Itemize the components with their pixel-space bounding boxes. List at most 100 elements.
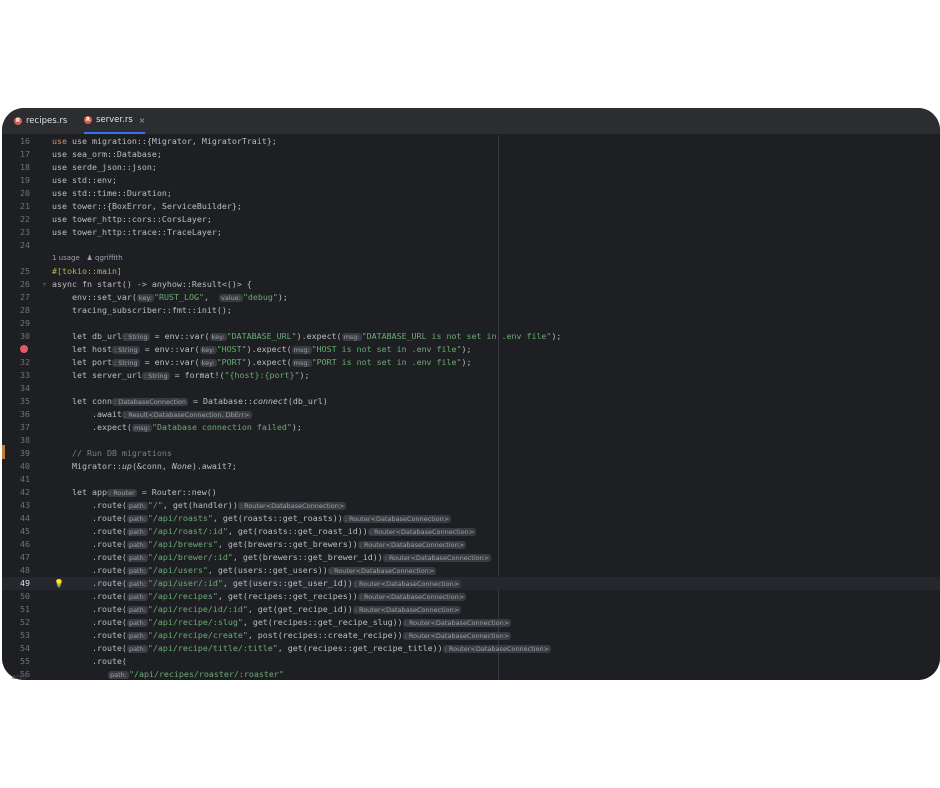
line-number: 33 — [20, 370, 30, 380]
code-line[interactable]: 33 let server_url: String = format!("{ho… — [2, 369, 940, 382]
code-line[interactable]: 51 .route(path: "/api/recipe/id/:id", get… — [2, 603, 940, 616]
code-line[interactable]: 37 .expect(msg: "Database connection fail… — [2, 421, 940, 434]
code-text: tracing_subscriber::fmt::init(); — [52, 305, 232, 315]
line-number: 26 — [20, 279, 30, 289]
line-number: 16 — [20, 136, 30, 146]
usage-hint[interactable]: 1 usage — [52, 254, 80, 262]
code-text: let db_url: String = env::var(key: "DATAB… — [52, 331, 562, 341]
code-line[interactable]: 47 .route(path: "/api/brewer/:id", get(br… — [2, 551, 940, 564]
code-line[interactable]: 26 ▿ async fn start() -> anyhow::Result<()… — [2, 278, 940, 291]
code-line[interactable]: 55 .route( — [2, 655, 940, 668]
user-icon: ♟ — [86, 254, 93, 262]
code-line[interactable]: 35 let conn: DatabaseConnection = Databa… — [2, 395, 940, 408]
code-text: use tower_http::trace::TraceLayer; — [52, 227, 222, 237]
code-line[interactable]: 41 — [2, 473, 940, 486]
fold-icon[interactable]: ▿ — [42, 278, 47, 291]
breakpoint-icon[interactable] — [20, 345, 28, 353]
line-number: 34 — [20, 383, 30, 393]
code-line[interactable]: 18 use serde_json::json; — [2, 161, 940, 174]
code-text: use tower::{BoxError, ServiceBuilder}; — [52, 201, 242, 211]
line-number: 44 — [20, 513, 30, 523]
code-text: let server_url: String = format!("{host}… — [52, 370, 310, 380]
line-number: 53 — [20, 630, 30, 640]
code-text: use std::time::Duration; — [52, 188, 172, 198]
code-line-current[interactable]: 49 💡 .route(path: "/api/user/:id", get(use… — [2, 577, 940, 590]
rust-file-icon: R — [14, 117, 22, 125]
tab-recipes-rs[interactable]: R recipes.rs — [14, 108, 67, 134]
code-line[interactable]: 25 #[tokio::main] — [2, 265, 940, 278]
rust-file-icon: R — [84, 116, 92, 124]
code-line[interactable]: 38 — [2, 434, 940, 447]
line-number: 29 — [20, 318, 30, 328]
author-hint: qgriffith — [95, 254, 123, 262]
line-number: 23 — [20, 227, 30, 237]
code-line[interactable]: 36 .await: Result<DatabaseConnection, Db… — [2, 408, 940, 421]
code-line[interactable]: let host: String = env::var(key: "HOST").… — [2, 343, 940, 356]
line-number: 22 — [20, 214, 30, 224]
code-line[interactable]: 17 use sea_orm::Database; — [2, 148, 940, 161]
line-number: 20 — [20, 188, 30, 198]
code-line[interactable]: 45 .route(path: "/api/roast/:id", get(roa… — [2, 525, 940, 538]
line-number: 19 — [20, 175, 30, 185]
line-number: 17 — [20, 149, 30, 159]
code-comment: // Run DB migrations — [52, 448, 172, 458]
code-line[interactable]: 56 path: "/api/recipes/roaster/:roaster" — [2, 668, 940, 680]
code-line[interactable]: 44 .route(path: "/api/roasts", get(roasts… — [2, 512, 940, 525]
code-line[interactable]: 53 .route(path: "/api/recipe/create", pos… — [2, 629, 940, 642]
line-number: 42 — [20, 487, 30, 497]
code-line[interactable]: 22 use tower_http::cors::CorsLayer; — [2, 213, 940, 226]
usage-inlay[interactable]: 1 usage ♟ qgriffith — [52, 252, 123, 265]
code-line[interactable]: 28 tracing_subscriber::fmt::init(); — [2, 304, 940, 317]
code-line[interactable]: 52 .route(path: "/api/recipe/:slug", get(… — [2, 616, 940, 629]
code-line[interactable]: 30 let db_url: String = env::var(key: "DA… — [2, 330, 940, 343]
tab-label: server.rs — [96, 115, 133, 125]
line-number: 51 — [20, 604, 30, 614]
line-number: 27 — [20, 292, 30, 302]
code-text: #[tokio::main] — [52, 266, 122, 276]
code-line[interactable]: 43 .route(path: "/", get(handler)): Route… — [2, 499, 940, 512]
line-number: 32 — [20, 357, 30, 367]
line-number: 52 — [20, 617, 30, 627]
code-line[interactable]: 29 — [2, 317, 940, 330]
code-editor[interactable]: 16 use use migration::{Migrator, Migrator… — [2, 135, 940, 680]
code-line[interactable]: 34 — [2, 382, 940, 395]
code-text: .route( — [52, 656, 127, 666]
line-number: 43 — [20, 500, 30, 510]
code-line[interactable]: 27 env::set_var(key: "RUST_LOG", value: "d… — [2, 291, 940, 304]
code-text: use tower_http::cors::CorsLayer; — [52, 214, 212, 224]
code-line[interactable]: 48 .route(path: "/api/users", get(users::… — [2, 564, 940, 577]
code-line[interactable]: 20 use std::time::Duration; — [2, 187, 940, 200]
code-text: async fn start() -> anyhow::Result<()> { — [52, 279, 252, 289]
code-line[interactable]: 23 use tower_http::trace::TraceLayer; — [2, 226, 940, 239]
code-line[interactable]: 39 // Run DB migrations — [2, 447, 940, 460]
code-line[interactable]: 16 use use migration::{Migrator, Migrator… — [2, 135, 940, 148]
code-text: path: "/api/recipes/roaster/:roaster" — [108, 669, 284, 679]
close-icon[interactable]: × — [139, 116, 146, 125]
code-line[interactable]: 21 use tower::{BoxError, ServiceBuilder}; — [2, 200, 940, 213]
code-text: use std::env; — [52, 175, 117, 185]
code-text: use sea_orm::Database; — [52, 149, 162, 159]
line-number: 47 — [20, 552, 30, 562]
code-text: .route(path: "/api/recipe/:slug", get(rec… — [52, 617, 512, 627]
code-line[interactable]: 24 — [2, 239, 940, 252]
code-line[interactable]: 46 .route(path: "/api/brewers", get(brewe… — [2, 538, 940, 551]
code-text: .route(path: "/api/brewer/:id", get(brewe… — [52, 552, 492, 562]
editor-window: R recipes.rs R server.rs × 16 use use mig… — [2, 108, 940, 680]
code-line[interactable]: 50 .route(path: "/api/recipes", get(recip… — [2, 590, 940, 603]
code-text: .route(path: "/api/recipes", get(recipes:… — [52, 591, 467, 601]
line-number: 50 — [20, 591, 30, 601]
code-line[interactable]: 32 let port: String = env::var(key: "PORT… — [2, 356, 940, 369]
line-number: 37 — [20, 422, 30, 432]
line-number: 38 — [20, 435, 30, 445]
code-line[interactable]: 42 let app: Router = Router::new() — [2, 486, 940, 499]
code-text: let host: String = env::var(key: "HOST").… — [52, 344, 472, 354]
code-text: .route(path: "/api/roasts", get(roasts::g… — [52, 513, 452, 523]
code-line[interactable]: 19 use std::env; — [2, 174, 940, 187]
line-number: 18 — [20, 162, 30, 172]
code-line[interactable]: 40 Migrator::up(&conn, None).await?; — [2, 460, 940, 473]
tab-label: recipes.rs — [26, 116, 68, 126]
tab-server-rs[interactable]: R server.rs × — [84, 108, 146, 134]
code-line[interactable]: 54 .route(path: "/api/recipe/title/:title… — [2, 642, 940, 655]
line-number: 54 — [20, 643, 30, 653]
line-number: 30 — [20, 331, 30, 341]
